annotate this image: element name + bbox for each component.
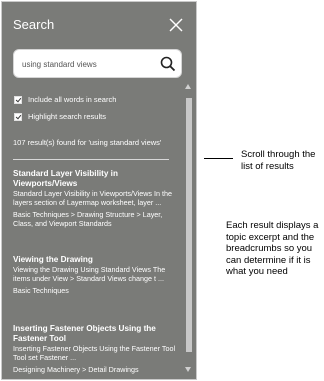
search-input[interactable]: [22, 56, 152, 72]
panel-title: Search: [13, 17, 55, 32]
option-highlight-results[interactable]: Highlight search results: [14, 112, 106, 121]
list-item[interactable]: Inserting Fastener Objects Using the Fas…: [13, 324, 178, 375]
callout-line: [204, 158, 233, 159]
list-item[interactable]: Viewing the Drawing Viewing the Drawing …: [13, 255, 178, 296]
result-title[interactable]: Inserting Fastener Objects Using the Fas…: [13, 324, 178, 344]
list-item[interactable]: Standard Layer Visibility in Viewports/V…: [13, 169, 178, 228]
callout-scroll: Scroll through the list of results: [241, 149, 316, 172]
result-title[interactable]: Standard Layer Visibility in Viewports/V…: [13, 169, 178, 189]
result-count: 107 result(s) found for 'using standard …: [13, 138, 162, 147]
search-panel: Search Include all words in search Highl…: [1, 1, 197, 380]
result-excerpt: Standard Layer Visibility in Viewports/V…: [13, 189, 173, 207]
result-excerpt: Inserting Fastener Objects Using the Fas…: [13, 344, 176, 362]
divider: [13, 159, 169, 160]
search-icon[interactable]: [160, 56, 176, 72]
result-excerpt: Viewing the Drawing Using Standard Views…: [13, 265, 166, 283]
result-title[interactable]: Viewing the Drawing: [13, 255, 178, 265]
include-all-words-label: Include all words in search: [28, 95, 117, 104]
close-icon[interactable]: [168, 17, 184, 33]
result-breadcrumbs: Basic Techniques > Drawing Structure > L…: [13, 210, 163, 228]
result-breadcrumbs: Designing Machinery > Detail Drawings: [13, 365, 139, 375]
scroll-down-arrow-icon[interactable]: [185, 367, 191, 372]
include-all-words-checkbox[interactable]: [14, 95, 22, 104]
option-include-all-words[interactable]: Include all words in search: [14, 95, 116, 104]
result-breadcrumbs: Basic Techniques: [13, 286, 69, 296]
scrollbar-thumb[interactable]: [186, 98, 192, 352]
highlight-results-checkbox[interactable]: [14, 112, 22, 121]
callout-result: Each result displays a topic excerpt and…: [226, 220, 319, 277]
search-box: [13, 49, 182, 78]
scroll-up-arrow-icon[interactable]: [185, 84, 191, 89]
highlight-results-label: Highlight search results: [28, 112, 106, 121]
